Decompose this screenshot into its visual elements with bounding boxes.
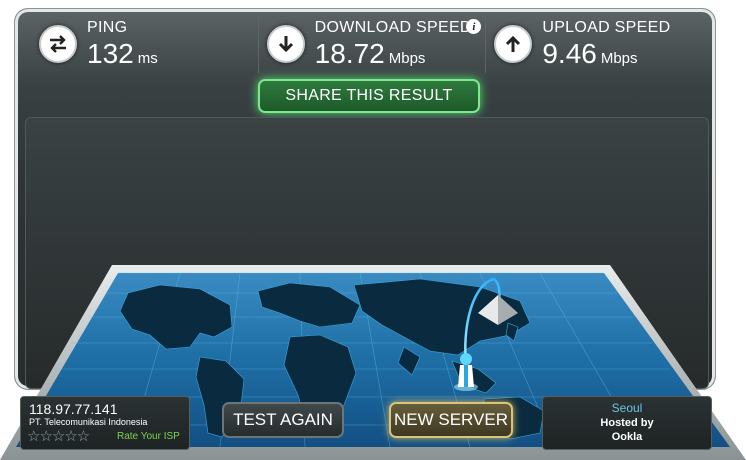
test-again-button[interactable]: TEST AGAIN — [222, 402, 344, 438]
upload-stat: UPLOAD SPEED 9.46 Mbps — [486, 15, 713, 73]
info-icon[interactable]: i — [466, 19, 482, 34]
stats-bar: PING 132ms DOWNLOAD SPEED 18.72Mbps i — [31, 15, 713, 73]
download-value: 18.72 — [314, 38, 385, 69]
download-label: DOWNLOAD SPEED — [314, 19, 472, 36]
upload-value: 9.46 — [542, 38, 597, 69]
rating-stars[interactable]: ☆☆☆☆☆ — [27, 427, 90, 445]
client-ip: 118.97.77.141 — [29, 401, 118, 417]
upload-label: UPLOAD SPEED — [542, 19, 671, 36]
ping-label: PING — [87, 19, 128, 36]
arrow-up-icon — [494, 25, 533, 63]
ping-value: 132 — [87, 38, 134, 69]
share-result-button[interactable]: SHARE THIS RESULT — [258, 79, 480, 113]
server-info-panel: Seoul Hosted by Ookla — [542, 396, 712, 450]
arrow-down-icon — [266, 25, 305, 63]
download-unit: Mbps — [388, 50, 426, 67]
ping-unit: ms — [137, 50, 158, 67]
ping-stat: PING 132 ms — [31, 15, 259, 73]
new-server-button[interactable]: NEW SERVER — [389, 402, 513, 438]
server-host: Ookla — [611, 431, 643, 444]
hosted-by-label: Hosted by — [600, 417, 654, 429]
rate-isp-link[interactable]: Rate Your ISP — [117, 431, 180, 442]
download-stat: DOWNLOAD SPEED 18.72 Mbps i — [259, 15, 487, 73]
server-city: Seoul — [611, 401, 643, 415]
client-info-panel: 118.97.77.141 PT. Telecomunikasi Indones… — [20, 396, 190, 450]
upload-unit: Mbps — [600, 50, 638, 67]
client-isp: PT. Telecomunikasi Indonesia — [29, 417, 148, 427]
exchange-arrows-icon — [39, 25, 77, 63]
